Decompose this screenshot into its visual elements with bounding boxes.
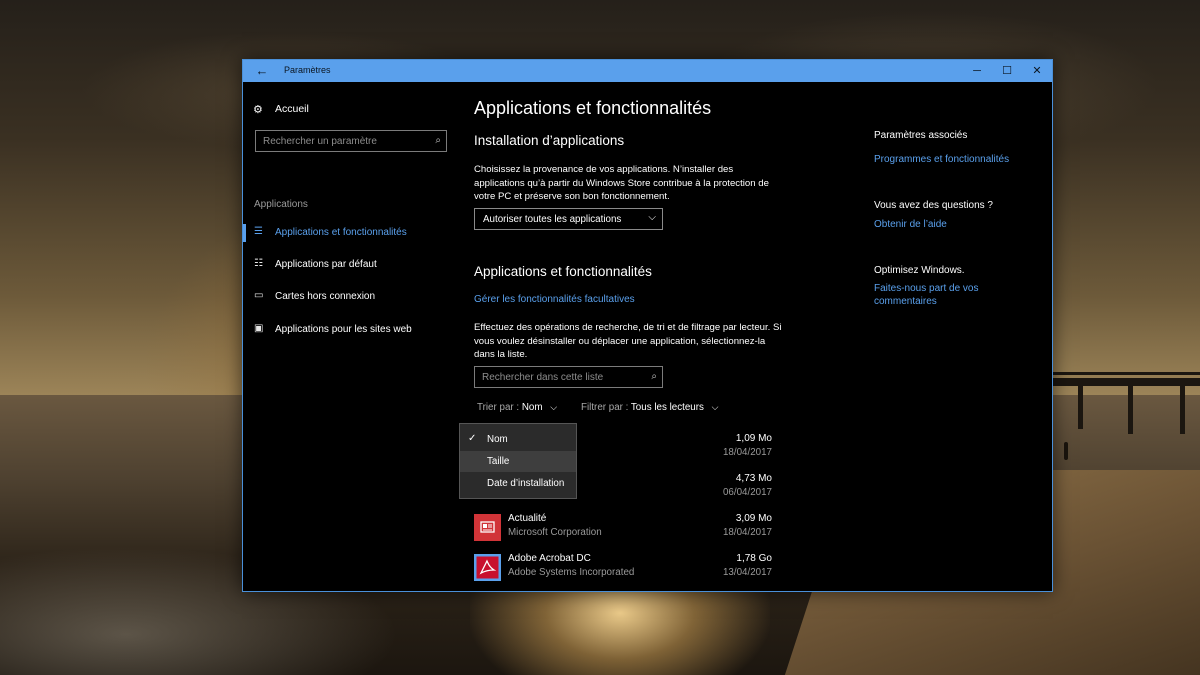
- install-source-dropdown[interactable]: Autoriser toutes les applications ⌵: [474, 208, 663, 230]
- get-help-link[interactable]: Obtenir de l’aide: [874, 218, 1034, 231]
- app-install-date: 06/04/2017: [722, 487, 772, 498]
- app-publisher: Adobe Systems Incorporated: [508, 567, 635, 578]
- sort-option-install-date[interactable]: Date d’installation: [460, 473, 576, 494]
- sort-value: Nom: [521, 402, 543, 413]
- window-title: Paramètres: [284, 65, 331, 75]
- active-indicator: [243, 224, 246, 242]
- filter-by-dropdown[interactable]: Filtrer par : Tous les lecteurs ⌵: [581, 402, 718, 413]
- app-name: Adobe Acrobat DC: [508, 553, 591, 564]
- home-nav-item[interactable]: ⚙ Accueil: [253, 100, 309, 118]
- app-install-date: 13/04/2017: [722, 567, 772, 578]
- back-arrow-icon[interactable]: ←: [254, 62, 270, 79]
- sidebar-item-label: Cartes hors connexion: [275, 291, 376, 302]
- questions-heading: Vous avez des questions ?: [874, 200, 993, 211]
- close-icon[interactable]: ✕: [1022, 60, 1052, 82]
- active-indicator: [243, 321, 246, 339]
- wallpaper-pier-post: [1180, 384, 1185, 434]
- home-label: Accueil: [275, 103, 309, 115]
- active-indicator: [243, 256, 246, 274]
- app-size: 4,73 Mo: [735, 473, 772, 484]
- filter-value: Tous les lecteurs: [630, 402, 704, 413]
- install-description: Choisissez la provenance de vos applicat…: [474, 164, 769, 202]
- related-settings-heading: Paramètres associés: [874, 130, 968, 141]
- chevron-down-icon: ⌵: [550, 402, 558, 412]
- sidebar-item-default-apps[interactable]: ☷ Applications par défaut: [243, 255, 457, 275]
- search-icon[interactable]: ⌕: [651, 371, 657, 382]
- wallpaper-pier: [1052, 378, 1200, 386]
- sort-option-size[interactable]: Taille: [460, 451, 576, 472]
- app-list-item[interactable]: Actualité Microsoft Corporation 3,09 Mo …: [474, 512, 772, 546]
- settings-search-input[interactable]: Rechercher un paramètre ⌕: [255, 130, 447, 152]
- app-name: Actualité: [508, 513, 547, 524]
- chevron-down-icon: ⌵: [711, 402, 719, 412]
- app-list-search-input[interactable]: Rechercher dans cette liste ⌕: [474, 366, 663, 388]
- sort-label: Trier par :: [477, 402, 520, 413]
- checkmark-icon: ✓: [468, 433, 477, 444]
- sort-option-label: Date d’installation: [487, 478, 565, 489]
- apps-description: Effectuez des opérations de recherche, d…: [474, 322, 782, 360]
- sort-menu-popup: ✓ Nom Taille Date d’installation: [459, 423, 577, 499]
- sidebar-section-heading: Applications: [254, 199, 308, 210]
- app-size: 1,09 Mo: [735, 433, 772, 444]
- sidebar-item-offline-maps[interactable]: ▭ Cartes hors connexion: [243, 287, 457, 307]
- apps-section-title: Applications et fonctionnalités: [474, 264, 652, 279]
- sort-option-label: Nom: [487, 434, 508, 445]
- map-icon: ▭: [254, 290, 264, 301]
- apps-list-icon: ☰: [254, 226, 263, 237]
- web-apps-icon: ▣: [254, 323, 264, 334]
- sidebar-item-label: Applications pour les sites web: [275, 324, 412, 335]
- related-panel: Paramètres associés Programmes et foncti…: [874, 82, 1044, 591]
- app-list-search-placeholder: Rechercher dans cette liste: [482, 372, 604, 383]
- programs-features-link[interactable]: Programmes et fonctionnalités: [874, 153, 1034, 166]
- sidebar-item-web-apps[interactable]: ▣ Applications pour les sites web: [243, 320, 457, 340]
- maximize-icon[interactable]: ☐: [992, 60, 1022, 82]
- install-source-value: Autoriser toutes les applications: [483, 214, 622, 225]
- wallpaper-person: [1064, 442, 1068, 460]
- wallpaper-pier-rail: [1052, 372, 1200, 375]
- improve-windows-heading: Optimisez Windows.: [874, 265, 965, 276]
- wallpaper-pier-post: [1078, 384, 1083, 429]
- main-content: Applications et fonctionnalités Installa…: [459, 82, 834, 591]
- chevron-down-icon: ⌵: [648, 212, 656, 223]
- feedback-link[interactable]: Faites-nous part de vos commentaires: [874, 282, 994, 308]
- default-apps-icon: ☷: [254, 258, 263, 269]
- sidebar: ⚙ Accueil Rechercher un paramètre ⌕ Appl…: [243, 82, 457, 591]
- install-section-title: Installation d’applications: [474, 133, 625, 148]
- acrobat-icon: [474, 554, 501, 581]
- minimize-icon[interactable]: ─: [962, 60, 992, 82]
- news-icon: [474, 514, 501, 541]
- sidebar-item-apps-features[interactable]: ☰ Applications et fonctionnalités: [243, 223, 457, 243]
- app-size: 3,09 Mo: [735, 513, 772, 524]
- page-title: Applications et fonctionnalités: [474, 98, 712, 118]
- title-bar[interactable]: ← Paramètres ─ ☐ ✕: [243, 60, 1052, 82]
- filter-label: Filtrer par :: [581, 402, 629, 413]
- manage-optional-features-link[interactable]: Gérer les fonctionnalités facultatives: [474, 294, 635, 305]
- app-install-date: 18/04/2017: [722, 447, 772, 458]
- sort-option-label: Taille: [487, 456, 510, 467]
- gear-icon: ⚙: [253, 103, 263, 116]
- sidebar-item-label: Applications par défaut: [275, 259, 377, 270]
- settings-window: ← Paramètres ─ ☐ ✕ ⚙ Accueil Rechercher …: [242, 59, 1053, 592]
- sort-option-name[interactable]: ✓ Nom: [460, 429, 576, 450]
- wallpaper-pier-post: [1128, 384, 1133, 434]
- search-icon[interactable]: ⌕: [435, 135, 441, 146]
- app-install-date: 18/04/2017: [722, 527, 772, 538]
- sort-by-dropdown[interactable]: Trier par : Nom ⌵: [477, 402, 557, 413]
- app-size: 1,78 Go: [736, 553, 772, 564]
- app-publisher: Microsoft Corporation: [508, 527, 602, 538]
- settings-search-placeholder: Rechercher un paramètre: [263, 136, 377, 147]
- sidebar-item-label: Applications et fonctionnalités: [275, 227, 407, 238]
- app-list-item[interactable]: Adobe Acrobat DC Adobe Systems Incorpora…: [474, 552, 772, 586]
- active-indicator: [243, 288, 246, 306]
